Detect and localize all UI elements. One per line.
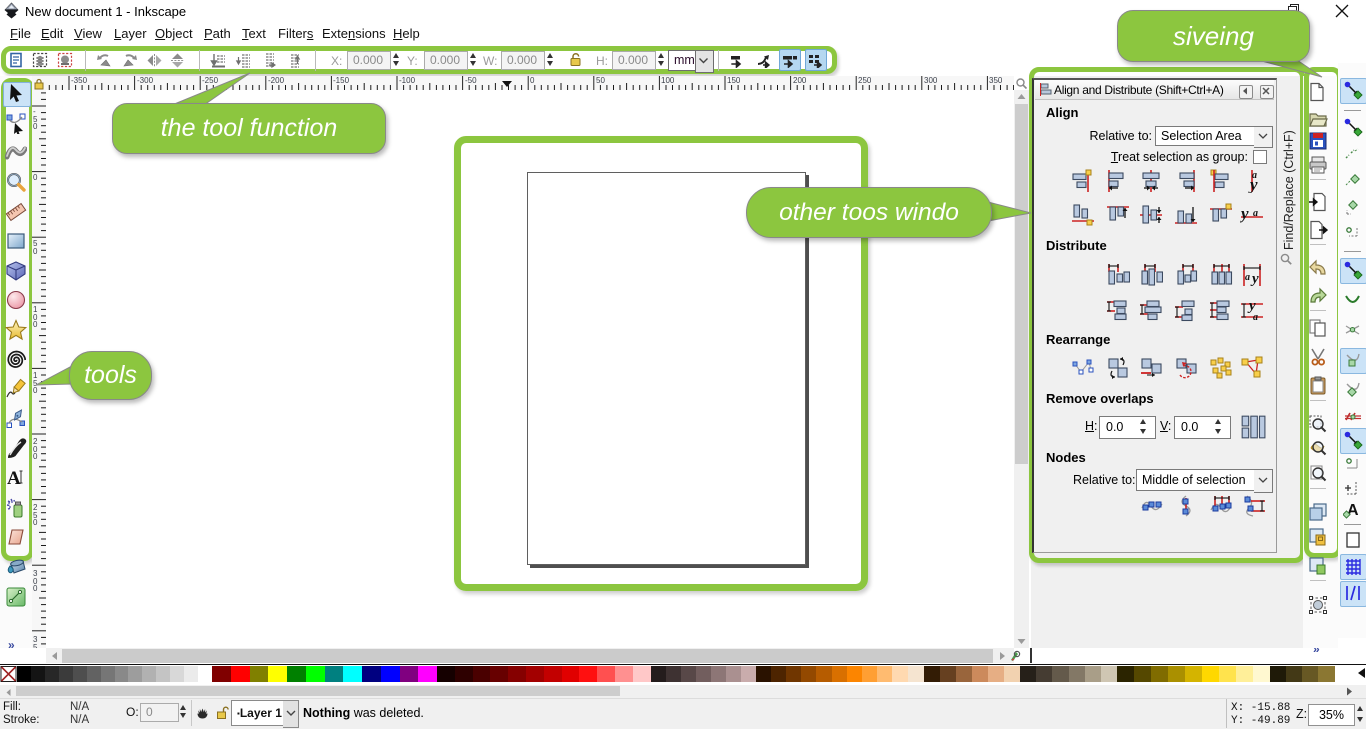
svg-text:a: a xyxy=(1253,312,1258,322)
svg-text:y: y xyxy=(1248,175,1258,193)
svg-text:a: a xyxy=(1245,272,1250,283)
svg-text:a: a xyxy=(1253,208,1258,219)
svg-text:y: y xyxy=(1250,271,1259,287)
svg-text:A: A xyxy=(7,468,21,489)
svg-text:A: A xyxy=(1347,502,1359,519)
svg-text:y: y xyxy=(1240,204,1249,223)
